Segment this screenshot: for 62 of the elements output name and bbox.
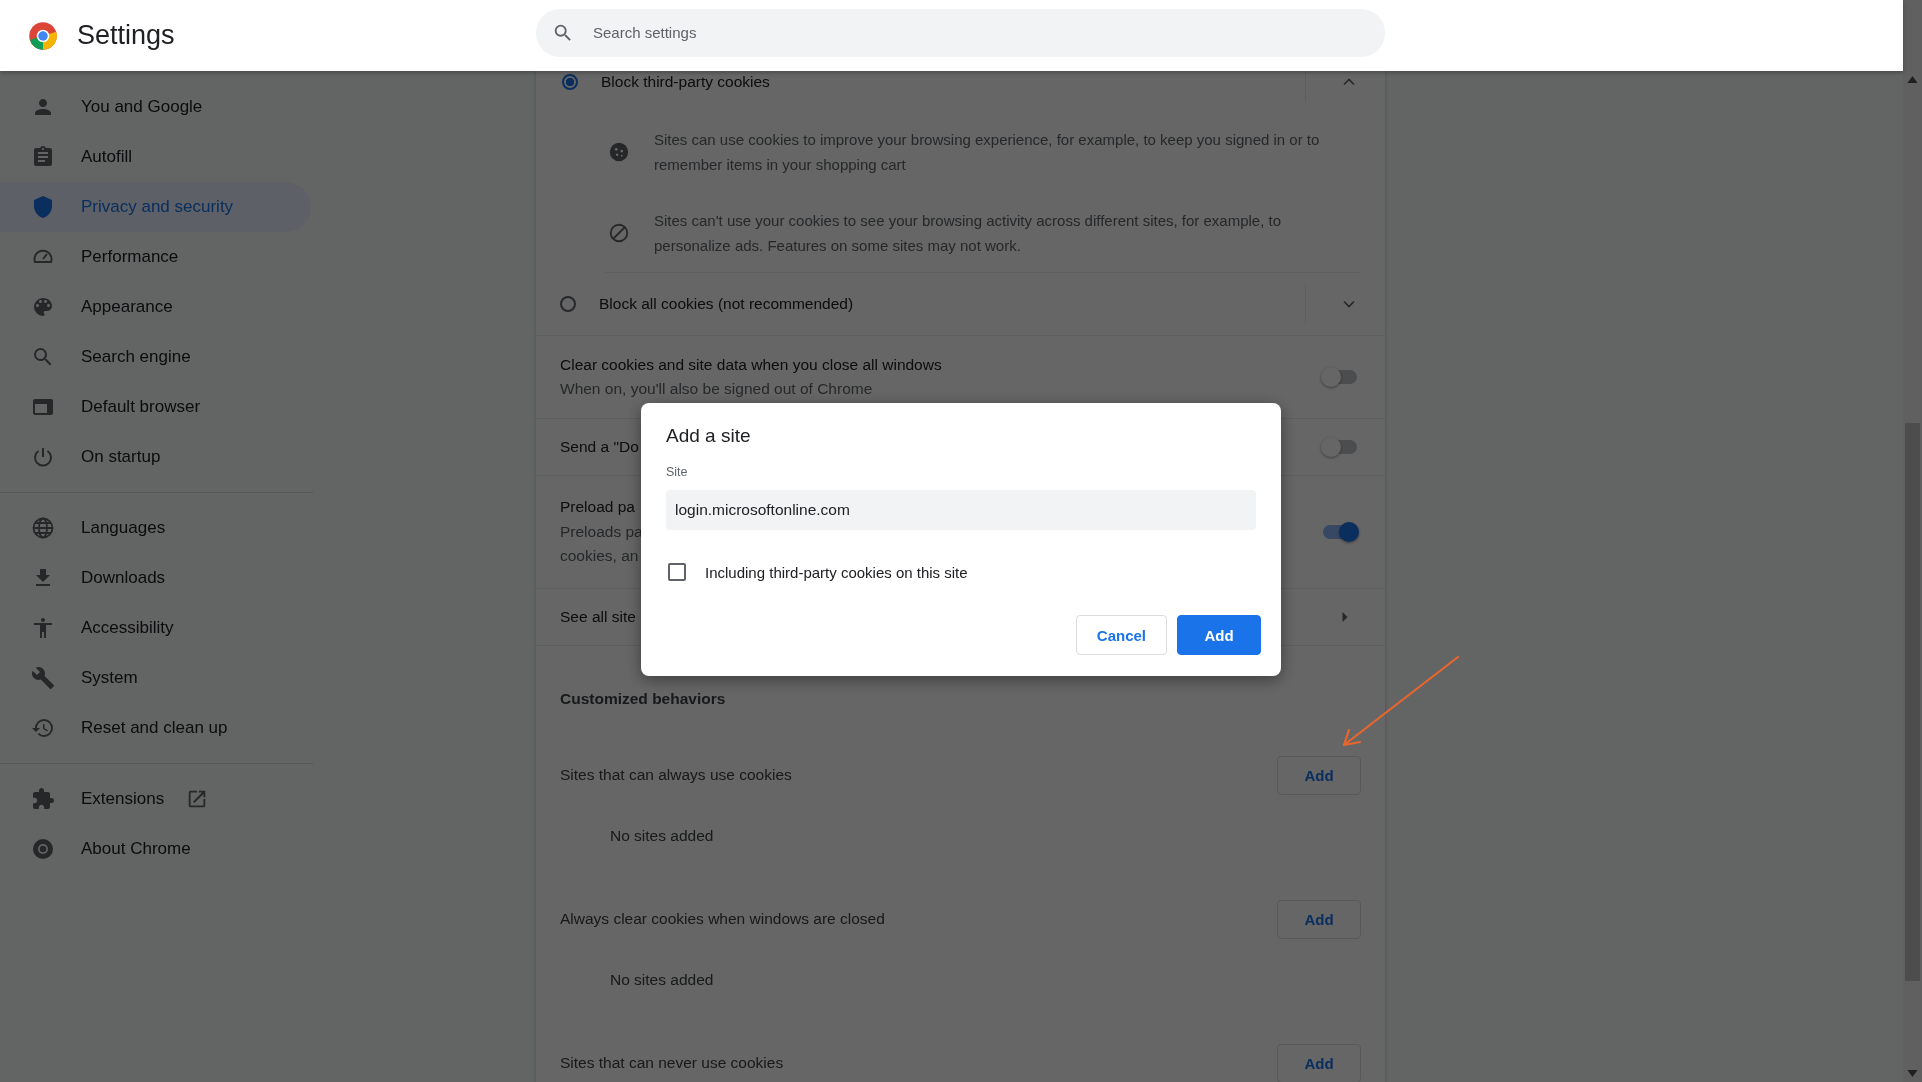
palette-icon bbox=[31, 295, 55, 319]
history-icon bbox=[31, 716, 55, 740]
toggle-switch[interactable] bbox=[1323, 370, 1357, 384]
accessibility-icon bbox=[31, 616, 55, 640]
chrome-logo-icon bbox=[28, 20, 58, 51]
add-button[interactable]: Add bbox=[1277, 755, 1361, 795]
add-button[interactable]: Add bbox=[1277, 899, 1361, 939]
sidebar-item[interactable]: Autofill bbox=[0, 132, 311, 182]
wrench-icon bbox=[31, 666, 55, 690]
toggle-switch[interactable] bbox=[1323, 525, 1357, 539]
setting-title: Preload pa bbox=[560, 497, 635, 518]
checkbox[interactable] bbox=[668, 563, 686, 581]
field-label: Site bbox=[666, 464, 689, 481]
sidebar-item[interactable]: Privacy and security bbox=[0, 182, 311, 232]
sidebar-item[interactable]: Search engine bbox=[0, 332, 311, 382]
sidebar-item[interactable]: Extensions bbox=[0, 774, 311, 824]
clipboard-icon bbox=[31, 145, 55, 169]
setting-title: See all site bbox=[560, 606, 636, 627]
sidebar-item[interactable]: Default browser bbox=[0, 382, 311, 432]
sidebar-item[interactable]: Appearance bbox=[0, 282, 311, 332]
power-icon bbox=[31, 445, 55, 469]
sidebar-item[interactable]: Reset and clean up bbox=[0, 703, 311, 753]
sidebar-item[interactable]: You and Google bbox=[0, 82, 311, 132]
cancel-button[interactable]: Cancel bbox=[1075, 615, 1167, 655]
checkbox-label: Including third-party cookies on this site bbox=[705, 563, 968, 581]
option-description: Sites can't use your cookies to see your browsing activity across different sites, for example, to personalize ads. Features on some sites may not work. bbox=[654, 211, 1283, 256]
sidebar-item[interactable]: Languages bbox=[0, 503, 311, 553]
globe-icon bbox=[31, 516, 55, 540]
option-label: Block all cookies (not recommended) bbox=[599, 295, 855, 313]
empty-message: No sites added bbox=[610, 971, 714, 989]
list-title: Sites that can never use cookies bbox=[560, 1054, 784, 1072]
blocked-icon bbox=[608, 222, 630, 244]
sidebar-item[interactable]: Accessibility bbox=[0, 603, 311, 653]
search-field[interactable]: Search settings bbox=[536, 8, 1385, 57]
shield-icon bbox=[31, 195, 55, 219]
setting-description: cookies, an bbox=[560, 546, 639, 567]
sidebar-item[interactable]: System bbox=[0, 653, 311, 703]
option-label: Block third-party cookies bbox=[601, 73, 771, 91]
setting-title: Send a "Do bbox=[560, 436, 639, 457]
add-button[interactable]: Add bbox=[1177, 615, 1261, 655]
list-title: Always clear cookies when windows are closed bbox=[560, 910, 885, 928]
puzzle-icon bbox=[31, 787, 55, 811]
page-title: Settings bbox=[77, 20, 175, 51]
list-title: Sites that can always use cookies bbox=[560, 766, 792, 784]
option-description: Sites can use cookies to improve your browsing experience, for example, to keep you signed in or to remember items in your shopping cart bbox=[654, 130, 1321, 175]
radio-button[interactable] bbox=[560, 296, 576, 312]
setting-title: Clear cookies and site data when you close all windows bbox=[560, 354, 942, 375]
sidebar-item[interactable]: On startup bbox=[0, 432, 311, 482]
add-button[interactable]: Add bbox=[1277, 1043, 1361, 1082]
site-input-field[interactable]: login.microsoftonline.com bbox=[666, 490, 1256, 530]
setting-description: Preloads pa bbox=[560, 521, 643, 542]
chrome-logo-icon bbox=[31, 837, 55, 861]
scrollbar[interactable] bbox=[1903, 0, 1922, 1082]
sidebar-item[interactable]: Performance bbox=[0, 232, 311, 282]
toggle-switch[interactable] bbox=[1323, 440, 1357, 454]
radio-button[interactable] bbox=[562, 74, 578, 90]
dialog-title: Add a site bbox=[666, 424, 752, 448]
cookie-icon bbox=[608, 141, 630, 163]
sidebar-item[interactable]: About Chrome bbox=[0, 824, 311, 874]
empty-message: No sites added bbox=[610, 827, 714, 845]
setting-description: When on, you'll also be signed out of Chrome bbox=[560, 379, 873, 399]
sidebar-item[interactable]: Downloads bbox=[0, 553, 311, 603]
